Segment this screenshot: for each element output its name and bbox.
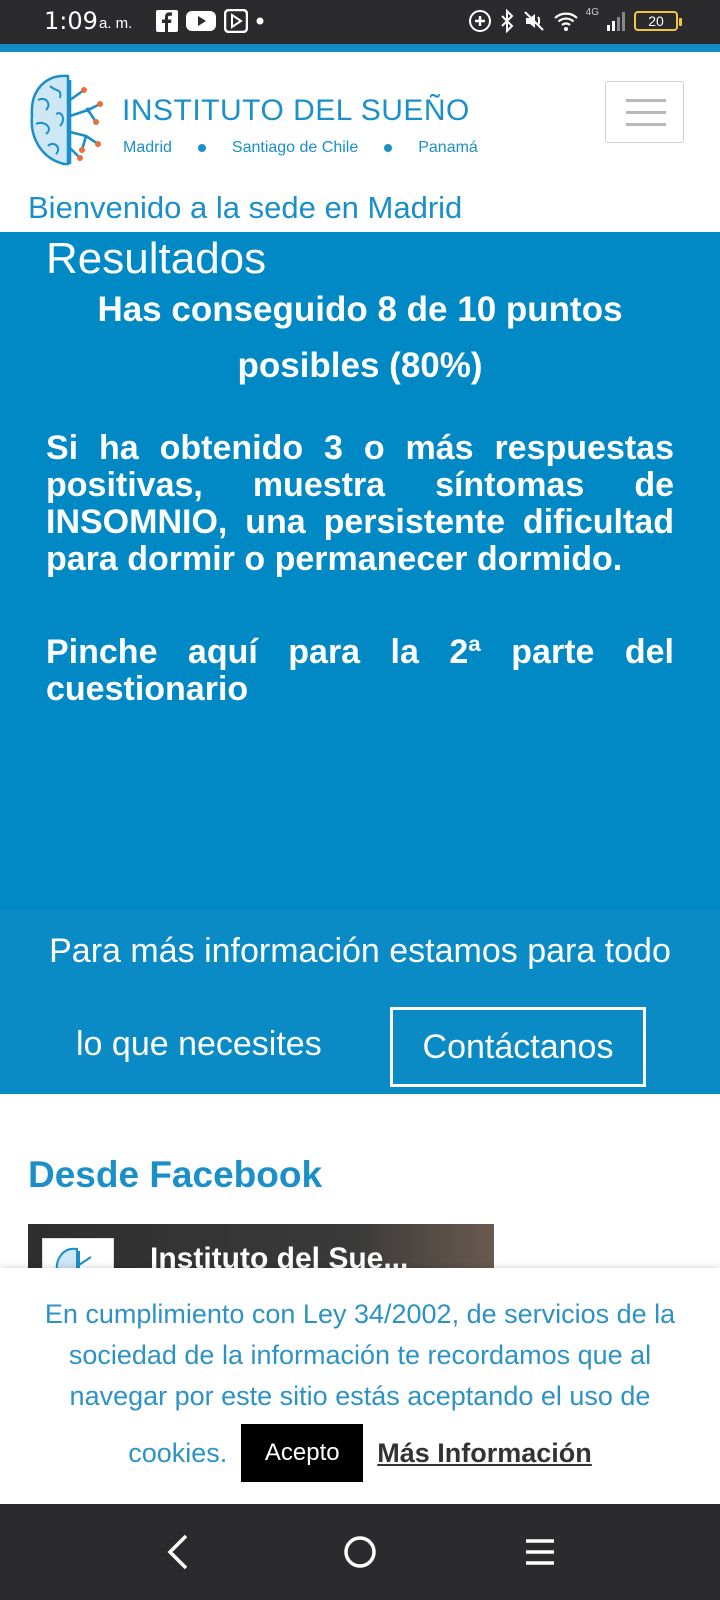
results-panel: Resultados Has conseguido 8 de 10 puntos… — [0, 232, 720, 910]
home-icon[interactable] — [342, 1534, 378, 1570]
bluetooth-icon — [500, 9, 514, 33]
separator-dot — [384, 144, 393, 152]
menu-bar — [626, 99, 666, 102]
menu-bar — [626, 123, 666, 126]
accept-cookies-button[interactable]: Acepto — [241, 1424, 364, 1482]
status-system-icons: 4G — [468, 6, 628, 33]
status-app-icons — [156, 9, 264, 33]
contact-text-line-2: lo que necesites — [76, 1025, 322, 1063]
results-title: Resultados — [46, 234, 267, 283]
signal-icon — [607, 12, 625, 31]
recent-apps-icon[interactable] — [524, 1538, 556, 1566]
facebook-icon — [156, 10, 178, 32]
cookie-notice-tail: cookies. — [128, 1437, 228, 1468]
hamburger-menu-button[interactable] — [605, 81, 684, 143]
second-part-link[interactable]: Pinche aquí para la 2ª parte del cuestio… — [46, 634, 674, 708]
welcome-text: Bienvenido a la sede en Madrid — [28, 190, 463, 225]
status-ampm: a. m. — [99, 15, 133, 32]
play-store-icon — [224, 9, 248, 33]
status-time: 1:09 — [44, 7, 98, 35]
battery-icon: 20 — [634, 11, 682, 31]
wifi-icon — [553, 12, 578, 31]
system-navigation-bar — [0, 1504, 720, 1600]
city-panama: Panamá — [418, 139, 478, 156]
contact-text-line-1: Para más información estamos para todo — [49, 932, 671, 970]
mute-icon — [523, 11, 544, 31]
site-title[interactable]: INSTITUTO DEL SUEÑO — [122, 94, 470, 128]
brain-logo-icon[interactable] — [26, 70, 112, 170]
battery-level: 20 — [648, 13, 664, 29]
status-bar: 1:09 a. m. 4G 20 — [0, 0, 720, 44]
more-info-link[interactable]: Más Información — [377, 1438, 592, 1469]
back-icon[interactable] — [164, 1532, 192, 1572]
score-line-1: Has conseguido 8 de 10 puntos — [97, 290, 623, 329]
cookie-banner: En cumplimiento con Ley 34/2002, de serv… — [0, 1268, 720, 1504]
city-santiago: Santiago de Chile — [231, 139, 359, 156]
score-line-2: posibles (80%) — [237, 346, 483, 385]
cookie-notice-text: En cumplimiento con Ley 34/2002, de serv… — [44, 1299, 676, 1411]
separator-dot — [197, 144, 206, 152]
contact-button[interactable]: Contáctanos — [390, 1007, 646, 1087]
contact-band: Para más información estamos para todo l… — [0, 910, 720, 1094]
score-summary: Has conseguido 8 de 10 puntos posibles (… — [40, 282, 680, 394]
notification-dot-icon — [256, 17, 264, 25]
cookie-actions: cookies. Acepto Más Información — [0, 1424, 720, 1482]
city-madrid: Madrid — [123, 139, 172, 156]
site-cities: Madrid Santiago de Chile Panamá — [123, 139, 478, 157]
network-type-label: 4G — [585, 6, 599, 18]
youtube-icon — [186, 11, 216, 31]
insomnia-message: Si ha obtenido 3 o más respuestas positi… — [46, 429, 674, 578]
top-accent-bar — [0, 44, 720, 52]
facebook-heading: Desde Facebook — [28, 1154, 323, 1195]
menu-bar — [626, 111, 666, 114]
data-saver-icon — [468, 10, 491, 32]
